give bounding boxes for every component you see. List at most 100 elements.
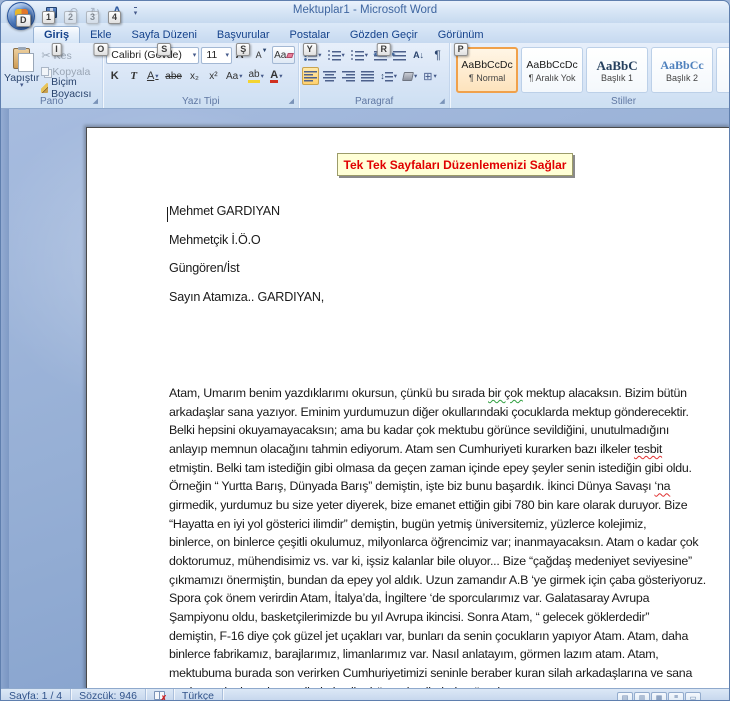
window-edge: [1, 109, 9, 688]
office-button[interactable]: D: [7, 2, 35, 30]
justify-icon: [361, 71, 374, 82]
shrink-font-button[interactable]: A▼: [253, 46, 270, 64]
page[interactable]: Tek Tek Sayfaları Düzenlemenizi Sağlar M…: [86, 127, 729, 688]
align-center-button[interactable]: [321, 67, 338, 85]
style-h1[interactable]: AaBbCBaşlık 1: [586, 47, 648, 93]
cut-button[interactable]: ✂ Kes: [39, 49, 99, 64]
multilevel-list-icon: [351, 50, 364, 61]
subscript-button[interactable]: x₂: [186, 67, 203, 85]
style-nospace[interactable]: AaBbCcDc¶ Aralık Yok: [521, 47, 583, 93]
brush-icon: [41, 83, 48, 93]
address-line: Sayın Atamıza.. GARDIYAN,: [169, 288, 324, 317]
status-bar: Sayfa: 1 / 4 Sözcük: 946 Türkçe ▤ ▥ ▦ ≡ …: [1, 688, 729, 701]
tab-sayfa-düzeni[interactable]: Sayfa DüzeniS: [121, 27, 206, 43]
chevron-down-icon: ▾: [394, 72, 397, 80]
chevron-down-icon: ▾: [342, 51, 345, 59]
keytip-badge: 3: [86, 11, 99, 24]
change-case-button[interactable]: Aa▾: [224, 67, 245, 85]
print-layout-view-button[interactable]: ▤: [617, 692, 633, 701]
keytip-badge: I: [51, 43, 62, 56]
dialog-launcher-clipboard[interactable]: ◢: [90, 96, 100, 106]
body-line: Şampiyonu oldu, basketçilerimizde bu yıl…: [169, 608, 721, 627]
line-spacing-button[interactable]: ↕▾: [378, 67, 399, 85]
align-left-button[interactable]: [302, 67, 319, 85]
body-line: girmedik, yurdumuz bu size yeter diyerek…: [169, 496, 721, 515]
group-paragraph: ▾ ▾ ▾ A↓ ¶ ↕▾ ▾ ⊞▾ Paragraf ◢: [299, 43, 450, 108]
keytip-office: D: [16, 14, 31, 27]
body-line: anlayıp memnun olacağını tahmin ediyorum…: [169, 440, 721, 459]
show-hide-marks-button[interactable]: ¶: [429, 46, 446, 64]
tab-gözden-geçir[interactable]: Gözden GeçirR: [340, 27, 428, 43]
style-h2[interactable]: AaBbCcBaşlık 2: [651, 47, 713, 93]
increase-indent-button[interactable]: [391, 46, 408, 64]
format-painter-button[interactable]: Biçim Boyacısı: [39, 80, 99, 95]
proofing-status[interactable]: [146, 689, 174, 701]
italic-button[interactable]: T: [125, 67, 142, 85]
word-window: D 1↶2↻3A4▾ Mektuplar1 - Microsoft Word G…: [0, 0, 730, 701]
language-indicator[interactable]: Türkçe: [174, 689, 223, 701]
keytip-badge: O: [93, 43, 108, 56]
web-layout-view-button[interactable]: ▦: [651, 692, 667, 701]
view-shortcuts: ▤ ▥ ▦ ≡ ▭: [617, 688, 729, 701]
chevron-down-icon: ▾: [222, 51, 229, 59]
keytip-badge: S: [157, 43, 171, 56]
numbering-button[interactable]: ▾: [326, 46, 347, 64]
strikethrough-button[interactable]: abe: [163, 67, 184, 85]
keytip-badge: P: [454, 43, 468, 56]
clear-formatting-button[interactable]: Aa: [272, 46, 295, 64]
title-bar: D 1↶2↻3A4▾ Mektuplar1 - Microsoft Word: [1, 1, 729, 23]
spelling-underline: tesbit: [634, 442, 662, 456]
chevron-down-icon: ▾: [134, 7, 138, 17]
draft-view-button[interactable]: ▭: [685, 692, 701, 701]
qat-undo-button[interactable]: ↶2: [63, 3, 83, 21]
body-line: Belki hepsini okuyamayacaksın; ama bu ka…: [169, 421, 721, 440]
qat-customize-button[interactable]: ▾: [129, 3, 142, 21]
chevron-down-icon: ▾: [239, 72, 242, 80]
dialog-launcher-paragraph[interactable]: ◢: [437, 96, 447, 106]
superscript-button[interactable]: x²: [205, 67, 222, 85]
align-left-icon: [304, 71, 317, 82]
highlight-color-button[interactable]: ab▾: [246, 67, 265, 85]
underline-button[interactable]: A▾: [144, 67, 161, 85]
group-title-paragraph: Paragraf: [299, 96, 449, 107]
align-right-button[interactable]: [340, 67, 357, 85]
chevron-down-icon: ▾: [20, 84, 24, 88]
body-line: Spora çok önem verirdin Atam, İtalya’da,…: [169, 589, 721, 608]
address-line: Mehmet GARDIYAN: [169, 202, 324, 231]
tab-görünüm[interactable]: GörünümP: [428, 27, 494, 43]
tab-giriş[interactable]: GirişI: [33, 26, 80, 43]
page-indicator[interactable]: Sayfa: 1 / 4: [1, 689, 71, 701]
sort-button[interactable]: A↓: [410, 46, 427, 64]
group-title-font: Yazı Tipi: [103, 96, 298, 107]
multilevel-list-button[interactable]: ▾: [349, 46, 370, 64]
body-line: binlerce, on binlerce çeşitli okulumuz, …: [169, 533, 721, 552]
outline-view-button[interactable]: ≡: [668, 692, 684, 701]
fullscreen-reading-view-button[interactable]: ▥: [634, 692, 650, 701]
font-name-combobox[interactable]: Calibri (Gövde) ▾: [106, 47, 199, 64]
paint-bucket-icon: [402, 72, 414, 81]
keytip-badge: Y: [303, 43, 317, 56]
bold-button[interactable]: K: [106, 67, 123, 85]
font-color-button[interactable]: A▾: [268, 67, 285, 85]
tab-postalar[interactable]: PostalarY: [280, 27, 340, 43]
justify-button[interactable]: [359, 67, 376, 85]
qat-save-button[interactable]: 1: [41, 3, 61, 21]
chevron-down-icon: ▾: [434, 72, 437, 80]
chevron-down-icon: ▾: [318, 51, 321, 59]
chevron-down-icon: ▾: [414, 72, 417, 80]
tab-başvurular[interactable]: BaşvurularŞ: [207, 27, 280, 43]
ribbon-tabs: GirişIEkleOSayfa DüzeniSBaşvurularŞPosta…: [1, 23, 729, 43]
borders-button[interactable]: ⊞▾: [421, 67, 438, 85]
dialog-launcher-font[interactable]: ◢: [286, 96, 296, 106]
keytip-badge: R: [377, 43, 392, 56]
shading-button[interactable]: ▾: [401, 67, 419, 85]
increase-indent-icon: [393, 50, 406, 61]
qat-redo-button[interactable]: ↻3: [85, 3, 105, 21]
paste-button[interactable]: Yapıştır ▾: [4, 46, 39, 95]
font-size-combobox[interactable]: 11 ▾: [201, 47, 232, 64]
qat-font-button[interactable]: A4: [107, 3, 127, 21]
ribbon: Yapıştır ▾ ✂ Kes Kopyala Biçim Boyacısı …: [1, 43, 729, 109]
word-count[interactable]: Sözcük: 946: [71, 689, 146, 701]
style-title[interactable]: AaBKonu Başl...: [716, 47, 730, 93]
tab-ekle[interactable]: EkleO: [80, 27, 121, 43]
